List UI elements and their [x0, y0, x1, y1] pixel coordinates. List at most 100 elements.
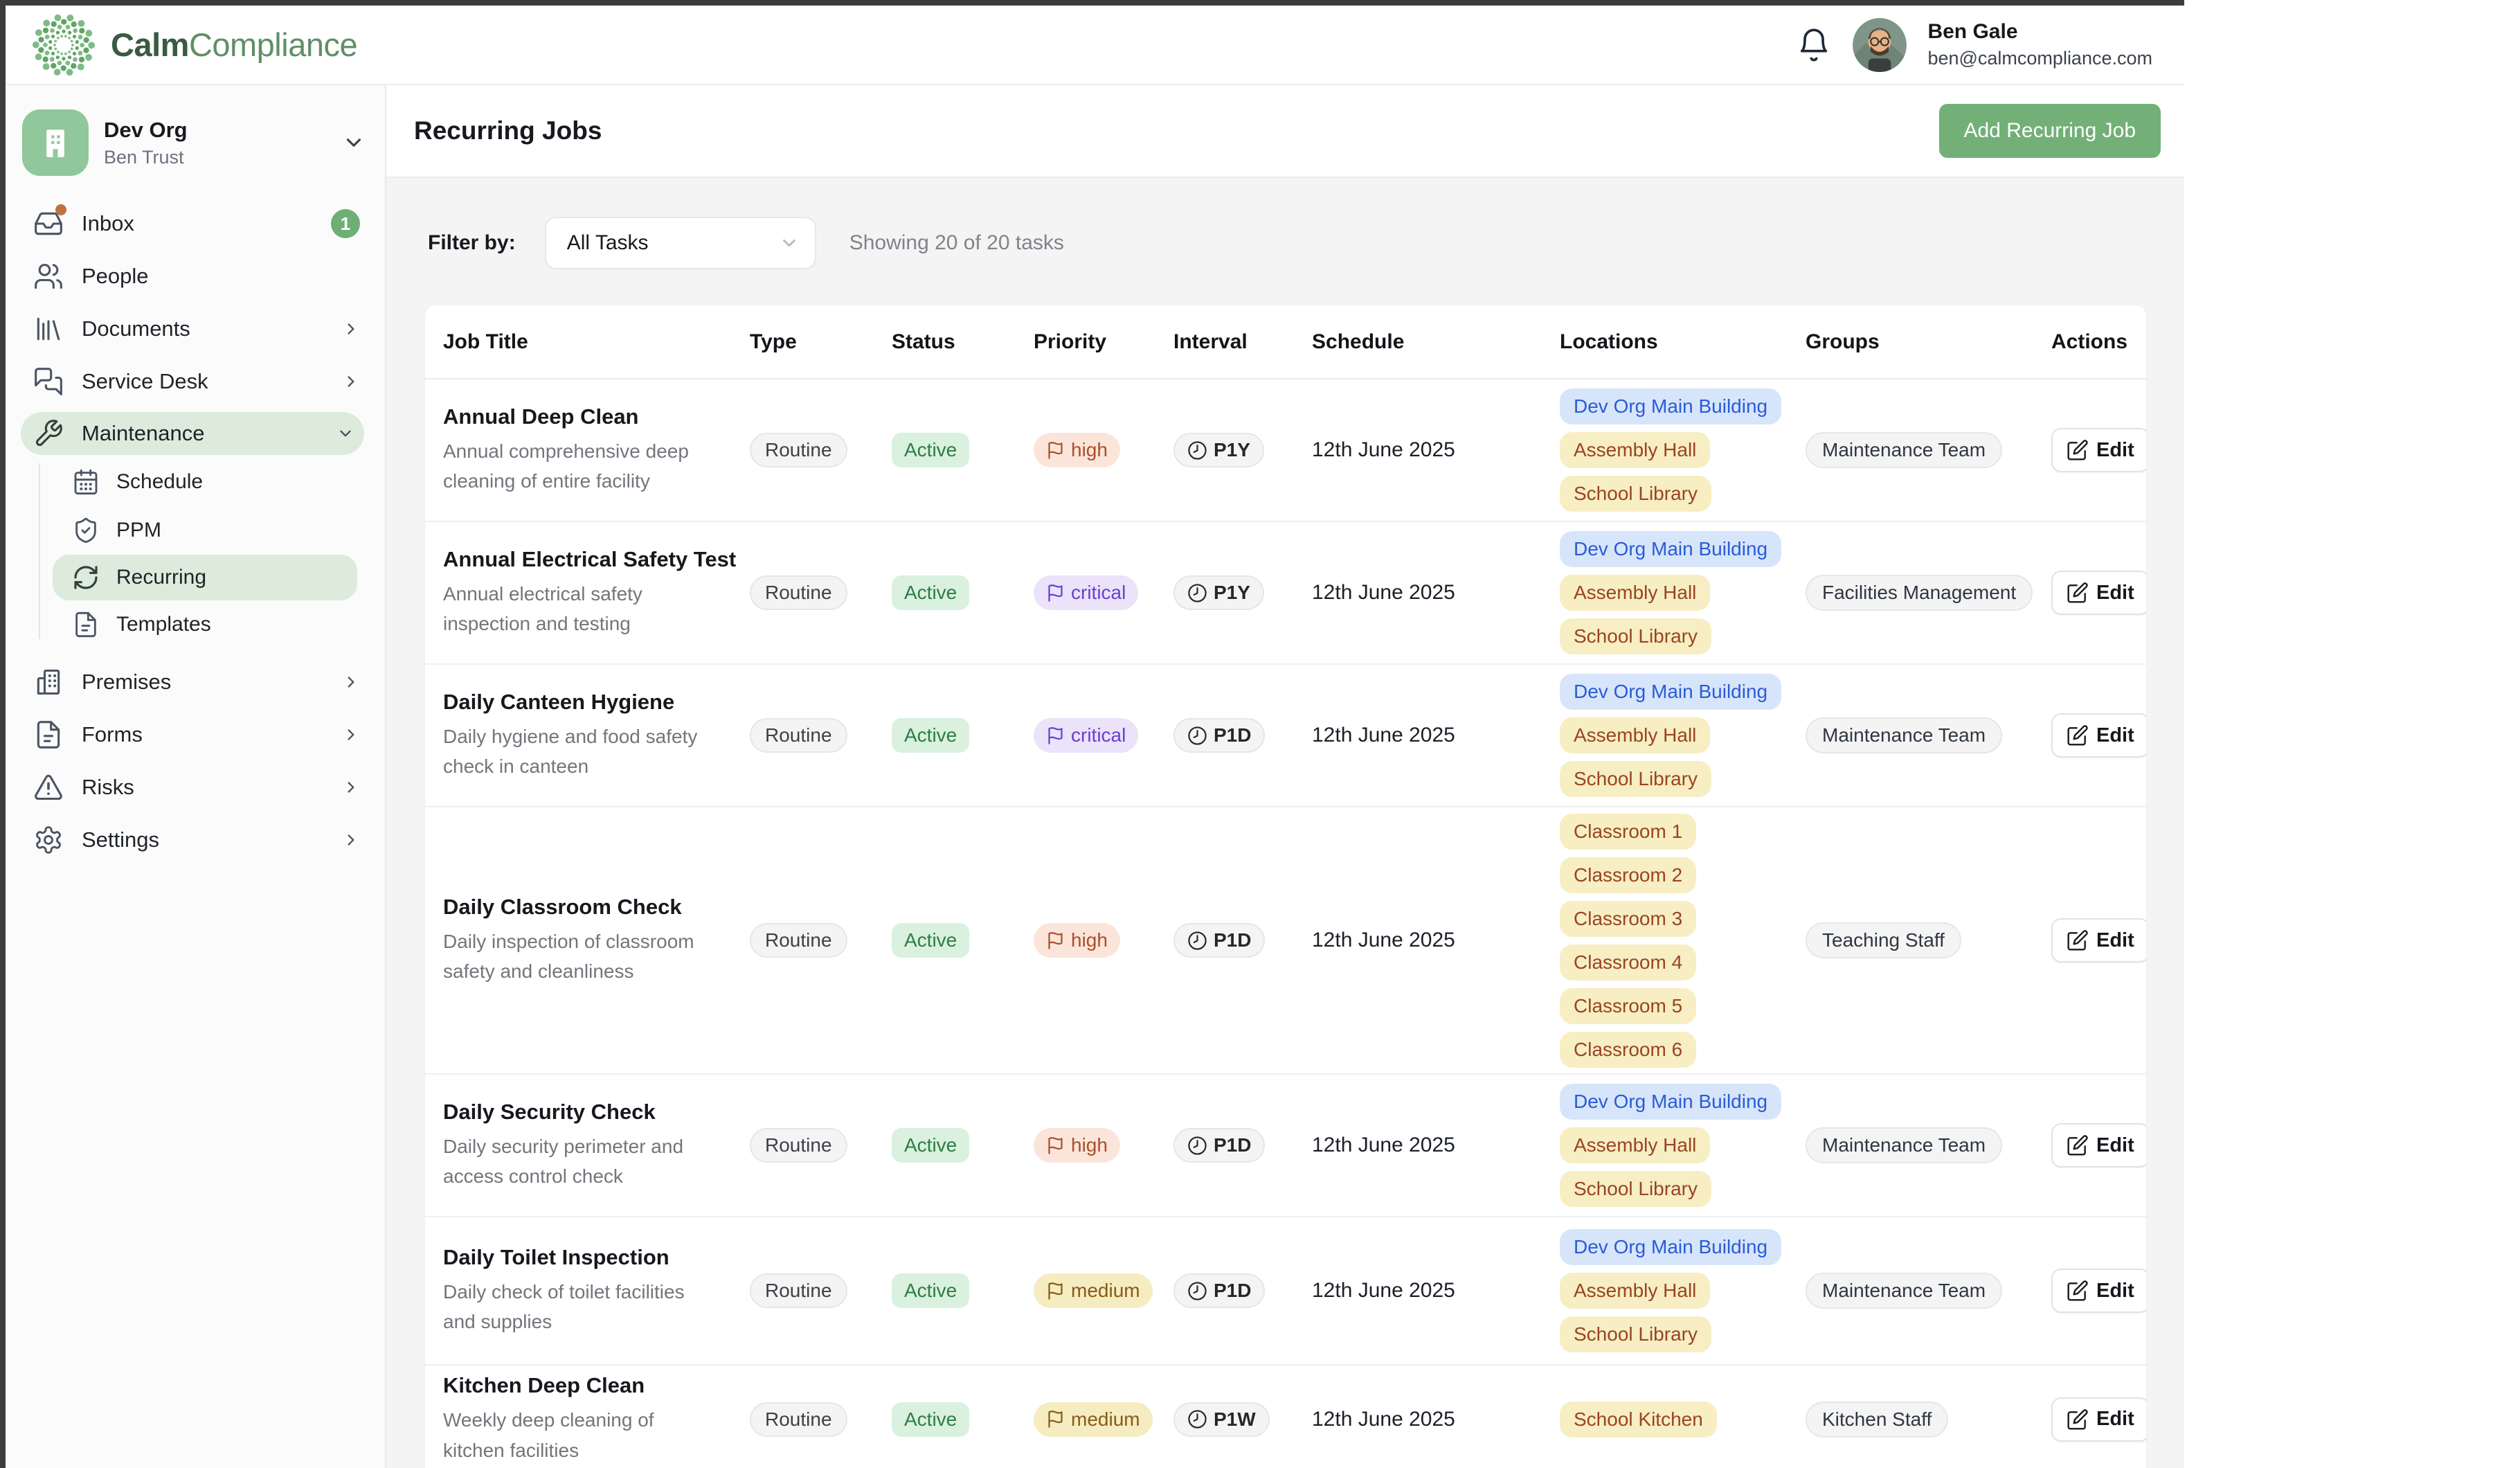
- edit-button[interactable]: Edit: [2051, 571, 2146, 615]
- sidebar-item-premises[interactable]: Premises: [6, 656, 385, 708]
- edit-button[interactable]: Edit: [2051, 918, 2146, 963]
- user-email: ben@calmcompliance.com: [1927, 48, 2152, 69]
- status-badge: Active: [892, 923, 969, 958]
- interval-label: P1Y: [1214, 582, 1250, 604]
- recurring-jobs-table: Job Title Type Status Priority Interval …: [425, 305, 2146, 1468]
- edit-pencil-icon: [2067, 1134, 2089, 1156]
- edit-button[interactable]: Edit: [2051, 1123, 2146, 1167]
- clock-icon: [1187, 931, 1207, 951]
- interval-label: P1D: [1214, 1134, 1251, 1156]
- notifications-bell-icon[interactable]: [1796, 27, 1832, 63]
- column-header-schedule: Schedule: [1302, 330, 1550, 354]
- location-badge: Classroom 4: [1560, 945, 1696, 981]
- user-menu[interactable]: Ben Gale ben@calmcompliance.com: [1927, 20, 2152, 69]
- clock-icon: [1187, 726, 1207, 746]
- sidebar-item-templates[interactable]: Templates: [6, 600, 385, 649]
- interval-badge: P1Y: [1173, 433, 1264, 467]
- locations-cell: Classroom 1 Classroom 2 Classroom 3 Clas…: [1550, 814, 1796, 1068]
- column-header-status: Status: [882, 330, 1024, 354]
- locations-cell: Dev Org Main Building Assembly Hall Scho…: [1550, 1229, 1796, 1352]
- edit-button[interactable]: Edit: [2051, 713, 2146, 758]
- location-badge: School Kitchen: [1560, 1402, 1717, 1438]
- calendar-icon: [72, 468, 100, 496]
- job-title: Kitchen Deep Clean: [443, 1373, 645, 1398]
- sidebar-item-documents[interactable]: Documents: [6, 303, 385, 355]
- refresh-icon: [72, 564, 100, 591]
- table-row: Daily Toilet InspectionDaily check of to…: [425, 1217, 2146, 1366]
- priority-badge: high: [1034, 433, 1120, 467]
- chevron-right-icon: [342, 320, 360, 338]
- edit-button-label: Edit: [2096, 929, 2134, 952]
- edit-button[interactable]: Edit: [2051, 428, 2146, 472]
- flag-icon: [1046, 1282, 1065, 1300]
- location-badge: Assembly Hall: [1560, 717, 1710, 753]
- location-badge: Dev Org Main Building: [1560, 1084, 1781, 1120]
- table-row: Daily Canteen HygieneDaily hygiene and f…: [425, 665, 2146, 807]
- people-icon: [33, 261, 64, 292]
- inbox-unread-badge: 1: [331, 209, 360, 238]
- location-badge: Classroom 2: [1560, 857, 1696, 893]
- sidebar-nav: Inbox 1 People Documents Service Desk Ma…: [6, 197, 385, 866]
- user-avatar[interactable]: [1853, 18, 1907, 72]
- location-badge: School Library: [1560, 476, 1711, 512]
- job-title: Annual Electrical Safety Test: [443, 547, 736, 572]
- task-filter-select[interactable]: All Tasks: [545, 217, 816, 269]
- location-badge: School Library: [1560, 618, 1711, 654]
- library-icon: [33, 314, 64, 344]
- location-badge: Classroom 1: [1560, 814, 1696, 850]
- location-badge: Classroom 3: [1560, 901, 1696, 937]
- sidebar-item-label: Inbox: [82, 211, 313, 236]
- maintenance-submenu: Schedule PPM Recurring Templates: [6, 458, 385, 649]
- edit-button-label: Edit: [2096, 582, 2134, 605]
- status-badge: Active: [892, 433, 969, 467]
- add-recurring-job-button[interactable]: Add Recurring Job: [1939, 104, 2161, 158]
- job-title: Daily Canteen Hygiene: [443, 690, 674, 715]
- group-badge: Facilities Management: [1806, 575, 2033, 611]
- sidebar-item-service-desk[interactable]: Service Desk: [6, 355, 385, 408]
- schedule-date: 12th June 2025: [1302, 929, 1550, 952]
- form-document-icon: [33, 719, 64, 750]
- type-badge: Routine: [750, 575, 847, 610]
- main-area: Recurring Jobs Add Recurring Job Filter …: [386, 85, 2184, 1468]
- schedule-date: 12th June 2025: [1302, 581, 1550, 605]
- location-badge: School Library: [1560, 761, 1711, 797]
- priority-badge: critical: [1034, 718, 1138, 753]
- type-badge: Routine: [750, 433, 847, 467]
- chevron-right-icon: [342, 673, 360, 691]
- sidebar-item-forms[interactable]: Forms: [6, 708, 385, 761]
- edit-pencil-icon: [2067, 582, 2089, 604]
- interval-label: P1D: [1214, 1280, 1251, 1302]
- clock-icon: [1187, 583, 1207, 603]
- interval-badge: P1D: [1173, 1273, 1265, 1308]
- brand-logo[interactable]: CalmCompliance: [29, 10, 357, 80]
- sidebar-item-inbox[interactable]: Inbox 1: [6, 197, 385, 250]
- group-badge: Maintenance Team: [1806, 1273, 2002, 1309]
- table-row: Daily Classroom CheckDaily inspection of…: [425, 807, 2146, 1075]
- sidebar-item-people[interactable]: People: [6, 250, 385, 303]
- sidebar-item-schedule[interactable]: Schedule: [6, 458, 385, 506]
- priority-label: high: [1071, 1134, 1108, 1156]
- filter-label: Filter by:: [428, 231, 516, 255]
- edit-pencil-icon: [2067, 1280, 2089, 1302]
- type-badge: Routine: [750, 1402, 847, 1437]
- sidebar-item-ppm[interactable]: PPM: [6, 506, 385, 555]
- sidebar-item-settings[interactable]: Settings: [6, 814, 385, 866]
- edit-button[interactable]: Edit: [2051, 1269, 2146, 1313]
- sidebar-item-label: Premises: [82, 670, 324, 695]
- chat-bubbles-icon: [33, 366, 64, 397]
- sidebar-item-risks[interactable]: Risks: [6, 761, 385, 814]
- edit-button[interactable]: Edit: [2051, 1397, 2146, 1442]
- chevron-right-icon: [342, 373, 360, 391]
- flag-icon: [1046, 726, 1065, 745]
- page-header: Recurring Jobs Add Recurring Job: [386, 85, 2184, 178]
- locations-cell: Dev Org Main Building Assembly Hall Scho…: [1550, 388, 1796, 512]
- org-selector[interactable]: Dev Org Ben Trust: [22, 105, 368, 181]
- priority-label: medium: [1071, 1408, 1140, 1431]
- interval-badge: P1D: [1173, 718, 1265, 753]
- wrench-icon: [33, 418, 64, 449]
- sidebar-item-maintenance[interactable]: Maintenance: [21, 412, 364, 455]
- location-badge: School Library: [1560, 1316, 1711, 1352]
- sidebar-item-recurring[interactable]: Recurring: [53, 555, 357, 600]
- org-name: Dev Org: [104, 118, 327, 143]
- type-badge: Routine: [750, 923, 847, 958]
